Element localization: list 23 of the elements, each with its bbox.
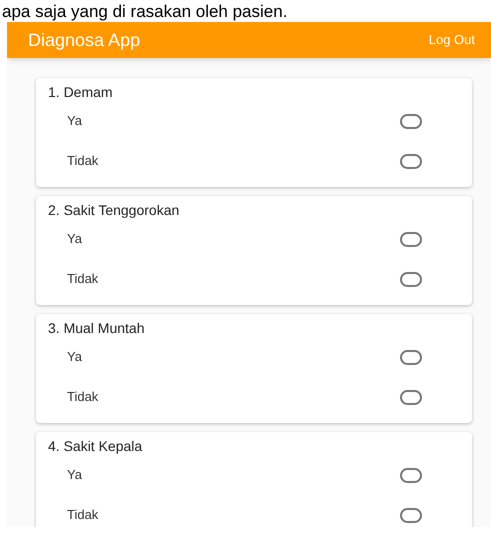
question-title: 1. Demam [48, 83, 113, 101]
question-title: 2. Sakit Tenggorokan [48, 201, 180, 219]
question-title: 3. Mual Muntah [48, 319, 144, 337]
radio-button[interactable] [400, 272, 422, 286]
option-label: Ya [67, 348, 82, 366]
option-label: Tidak [67, 270, 98, 288]
radio-button[interactable] [400, 114, 422, 128]
radio-button[interactable] [400, 508, 422, 522]
logout-button[interactable]: Log Out [428, 30, 475, 50]
radio-button[interactable] [400, 468, 422, 482]
radio-button[interactable] [400, 154, 422, 168]
option-label: Ya [67, 112, 82, 130]
app-title: Diagnosa App [28, 28, 140, 52]
question-title: 4. Sakit Kepala [48, 437, 142, 455]
option-label: Tidak [67, 506, 98, 524]
radio-button[interactable] [400, 390, 422, 404]
radio-button[interactable] [400, 232, 422, 246]
radio-button[interactable] [400, 350, 422, 364]
option-label: Tidak [67, 152, 98, 170]
option-label: Tidak [67, 388, 98, 406]
caption-text: apa saja yang di rasakan oleh pasien. [2, 2, 288, 22]
option-label: Ya [67, 230, 82, 248]
option-label: Ya [67, 466, 82, 484]
